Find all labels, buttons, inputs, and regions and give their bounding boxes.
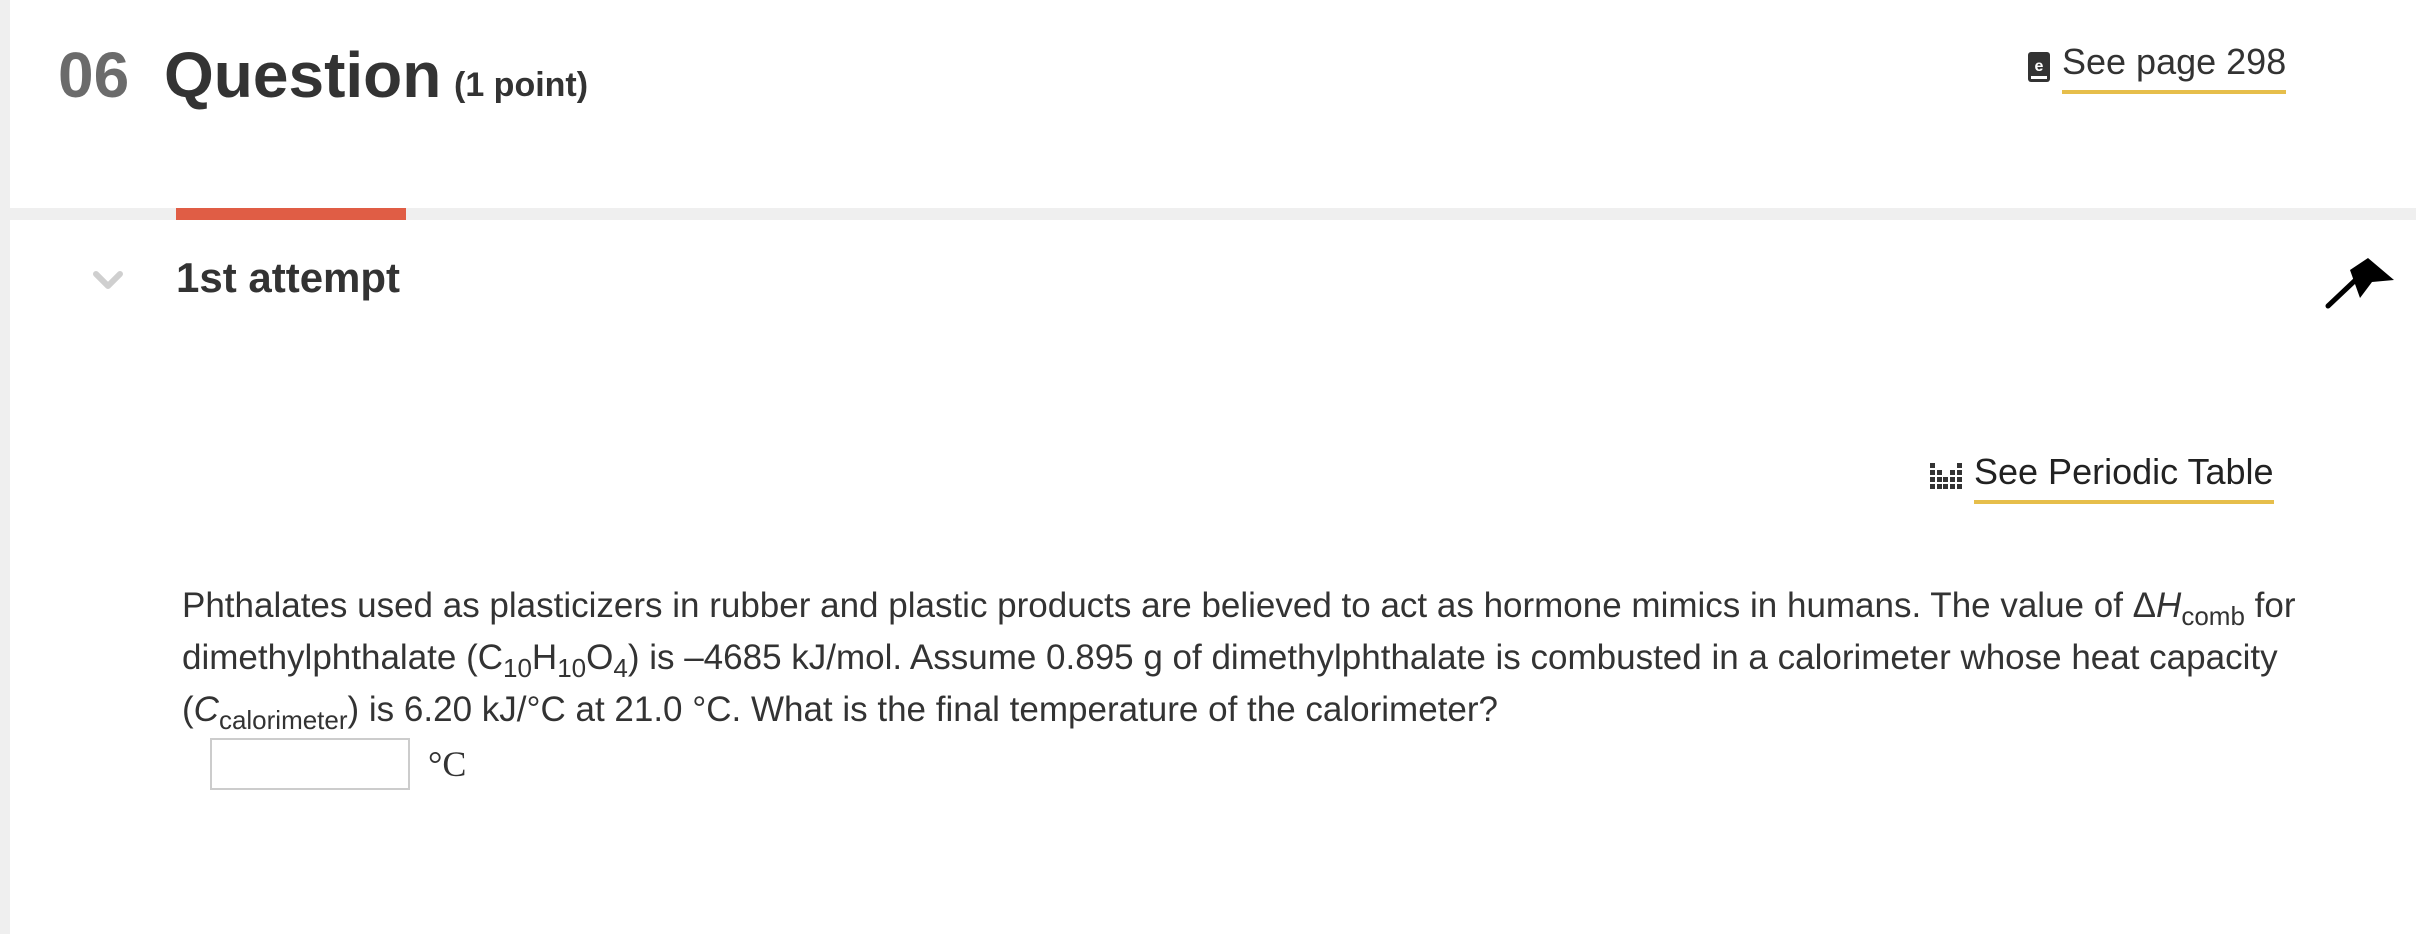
question-body: Phthalates used as plasticizers in rubbe… — [182, 586, 2296, 735]
flag-icon[interactable] — [2324, 254, 2396, 310]
question-points: (1 point) — [454, 66, 589, 104]
ebook-icon: e — [2028, 52, 2050, 82]
question-title: Question — [164, 39, 442, 111]
question-number: 06 — [58, 39, 130, 111]
answer-unit: °C — [428, 744, 467, 784]
svg-text:e: e — [2035, 58, 2044, 75]
attempt-title: 1st attempt — [176, 254, 401, 301]
answer-input[interactable] — [210, 738, 410, 790]
see-page-link[interactable]: See page 298 — [2062, 40, 2287, 94]
active-attempt-indicator — [176, 208, 406, 220]
see-periodic-table-link[interactable]: See Periodic Table — [1974, 450, 2274, 504]
left-border — [0, 0, 10, 934]
see-page-reference[interactable]: e See page 298 — [2028, 40, 2287, 94]
periodic-table-reference[interactable]: See Periodic Table — [1928, 450, 2274, 504]
chevron-down-icon[interactable] — [92, 268, 124, 292]
periodic-table-icon — [1930, 463, 1962, 489]
